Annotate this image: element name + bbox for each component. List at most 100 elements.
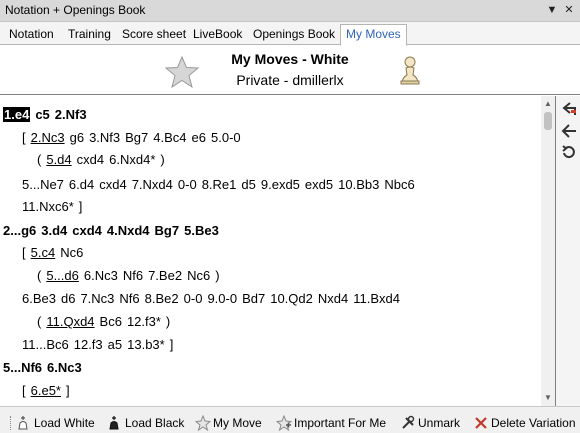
move-token[interactable]: c5	[35, 107, 49, 122]
move-token[interactable]: 2...g6	[3, 223, 36, 238]
move-token[interactable]: 8.Re1	[202, 177, 237, 192]
move-token[interactable]: 5.Be3	[184, 223, 219, 238]
move-token[interactable]: 5...d6	[46, 268, 79, 283]
move-token[interactable]: d6	[61, 291, 75, 306]
move-token[interactable]: cxd4	[77, 152, 104, 167]
tab-openings-book[interactable]: Openings Book	[247, 24, 341, 45]
move-token[interactable]: 5.d4	[46, 152, 71, 167]
window-close-icon[interactable]: ✕	[561, 2, 577, 18]
load-white-label: Load White	[34, 416, 95, 430]
move-token[interactable]: 6.Nc3	[47, 360, 82, 375]
main-line: 1.e4 c5 2.Nf3	[3, 107, 92, 122]
move-token[interactable]: d5	[241, 177, 255, 192]
tab-notation[interactable]: Notation	[3, 24, 60, 45]
important-for-me-label: Important For Me	[294, 416, 387, 430]
window-menu-icon[interactable]: ▼	[544, 2, 560, 18]
move-token[interactable]: 4.Bc4	[153, 130, 186, 145]
move-token[interactable]: 12.f3	[74, 337, 103, 352]
unmark-label: Unmark	[418, 416, 461, 430]
scrollbar-thumb[interactable]	[544, 112, 552, 130]
king-icon	[109, 416, 119, 430]
move-token[interactable]: Nxd4	[318, 291, 348, 306]
move-token[interactable]: Nc6	[187, 268, 210, 283]
move-token[interactable]: 2.Nf3	[55, 107, 87, 122]
paren: )	[165, 314, 171, 329]
move-token[interactable]: g6	[70, 130, 84, 145]
main-line: 5...Nf6 6.Nc3	[3, 360, 87, 375]
move-token[interactable]: Nf6	[119, 291, 139, 306]
move-token[interactable]: 6.Be3	[22, 291, 56, 306]
move-token[interactable]: 2.Nc3	[31, 130, 65, 145]
move-token[interactable]: Bg7	[125, 130, 148, 145]
wrench-icon	[402, 415, 415, 429]
move-token[interactable]: cxd4	[72, 223, 102, 238]
window-title: Notation + Openings Book	[5, 3, 146, 17]
variation-line: (11.Qxd4 Bc6 12.f3*)	[37, 314, 175, 329]
move-token[interactable]: 5.0-0	[211, 130, 241, 145]
paren: (	[37, 268, 42, 283]
move-token[interactable]: exd5	[305, 177, 333, 192]
move-token[interactable]: 3.Nf3	[89, 130, 120, 145]
undo-icon[interactable]	[561, 144, 577, 160]
move-token[interactable]: Nbc6	[384, 177, 414, 192]
move-token[interactable]: Bc6	[100, 314, 122, 329]
move-token[interactable]: e6	[192, 130, 206, 145]
move-token[interactable]: 11...Bc6	[22, 337, 69, 352]
move-token[interactable]: 12.f3*	[127, 314, 161, 329]
move-token[interactable]: 5...Nf6	[3, 360, 42, 375]
move-token[interactable]: 11.Nxc6*	[22, 199, 74, 214]
pawn-icon	[400, 56, 420, 85]
move-token[interactable]: 10.Qd2	[270, 291, 313, 306]
delete-variation-label: Delete Variation	[491, 416, 576, 430]
move-token[interactable]: 5...Ne7	[22, 177, 64, 192]
move-token[interactable]: 11.Bxd4	[353, 291, 400, 306]
move-token[interactable]: 13.b3*	[127, 337, 165, 352]
move-token[interactable]: 9.0-0	[207, 291, 237, 306]
move-token[interactable]: 6.d4	[69, 177, 94, 192]
move-token[interactable]: 5.c4	[31, 245, 56, 260]
move-token[interactable]: 1.e4	[3, 107, 31, 122]
tab-score-sheet[interactable]: Score sheet	[116, 24, 192, 45]
tab-livebook[interactable]: LiveBook	[187, 24, 248, 45]
king-icon	[18, 416, 28, 430]
vertical-scrollbar[interactable]: ▲ ▼	[541, 96, 555, 406]
move-token[interactable]: 4.Nxd4	[107, 223, 150, 238]
variation-line: (5.d4 cxd4 6.Nxd4*)	[37, 152, 170, 167]
arrow-left-icon[interactable]	[561, 123, 577, 139]
move-token[interactable]: 10.Bb3	[338, 177, 379, 192]
move-token[interactable]: 7.Nxd4	[132, 177, 173, 192]
move-token[interactable]: 6.Nc3	[84, 268, 118, 283]
move-token[interactable]: Bd7	[242, 291, 265, 306]
move-token[interactable]: 7.Be2	[148, 268, 182, 283]
page-title: My Moves - White	[231, 51, 349, 67]
right-toolbar	[555, 96, 580, 406]
variation-line: 11...Bc6 12.f3 a5 13.b3*]	[22, 337, 178, 352]
move-token[interactable]: Nc6	[60, 245, 83, 260]
move-token[interactable]: 8.Be2	[145, 291, 179, 306]
move-token[interactable]: 3.d4	[41, 223, 67, 238]
variation-line: 6.Be3 d6 7.Nc3 Nf6 8.Be2 0-0 9.0-0 Bd7 10.Qd2 Nxd…	[22, 291, 405, 306]
move-token[interactable]: 9.exd5	[261, 177, 300, 192]
variation-line: [2.Nc3 g6 3.Nf3 Bg7 4.Bc4 e6 5.0-0	[22, 130, 246, 145]
star-icon	[276, 415, 292, 431]
move-token[interactable]: 0-0	[184, 291, 203, 306]
move-token[interactable]: 7.Nc3	[80, 291, 114, 306]
promote-variation-icon[interactable]	[561, 101, 577, 117]
scroll-up-icon[interactable]: ▲	[541, 98, 555, 110]
move-token[interactable]: Nf6	[123, 268, 143, 283]
move-token[interactable]: 11.Qxd4	[46, 314, 94, 329]
tab-training[interactable]: Training	[62, 24, 117, 45]
move-token[interactable]: cxd4	[99, 177, 126, 192]
main-line: 2...g6 3.d4 cxd4 4.Nxd4 Bg7 5.Be3	[3, 223, 224, 238]
move-token[interactable]: Bg7	[155, 223, 180, 238]
move-token[interactable]: 6.Nxd4*	[109, 152, 155, 167]
move-token[interactable]: 6.e5*	[31, 383, 61, 398]
tab-my-moves[interactable]: My Moves	[340, 24, 407, 46]
paren: )	[215, 268, 220, 283]
scroll-down-icon[interactable]: ▼	[541, 392, 555, 404]
variation-line: [5.c4 Nc6	[22, 245, 88, 260]
variation-line: 5...Ne7 6.d4 cxd4 7.Nxd4 0-0 8.Re1 d5 9.exd5 exd…	[22, 177, 420, 192]
bracket: ]	[66, 383, 70, 398]
move-token[interactable]: a5	[108, 337, 122, 352]
move-token[interactable]: 0-0	[178, 177, 197, 192]
